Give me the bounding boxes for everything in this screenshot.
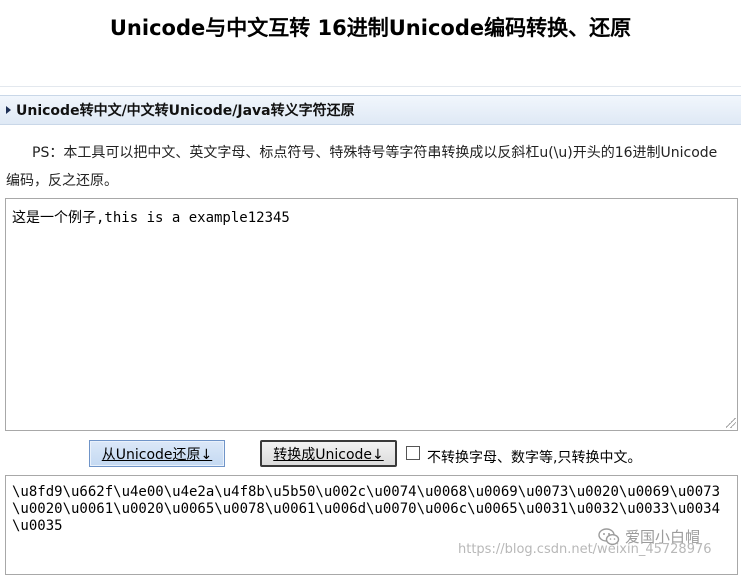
page-title: Unicode与中文互转 16进制Unicode编码转换、还原 — [109, 16, 632, 40]
section-title: Unicode转中文/中文转Unicode/Java转义字符还原 — [16, 103, 355, 119]
restore-from-unicode-button[interactable]: 从Unicode还原↓ — [89, 440, 225, 467]
section-header: Unicode转中文/中文转Unicode/Java转义字符还原 — [0, 95, 741, 125]
watermark-url: https://blog.csdn.net/weixin_45728976 — [458, 542, 712, 557]
convert-button-label: 转换成Unicode↓ — [273, 446, 384, 463]
triangle-right-icon — [6, 106, 11, 114]
header-divider — [0, 86, 741, 87]
chinese-only-checkbox-label[interactable]: 不转换字母、数字等,只转换中文。 — [427, 447, 641, 467]
unicode-output-field[interactable]: \u8fd9\u662f\u4e00\u4e2a\u4f8b\u5b50\u00… — [5, 475, 738, 575]
restore-button-label: 从Unicode还原↓ — [101, 446, 213, 463]
tool-description: PS：本工具可以把中文、英文字母、标点符号、特殊特号等字符串转换成以反斜杠u(\… — [6, 145, 718, 189]
convert-to-unicode-button[interactable]: 转换成Unicode↓ — [260, 440, 397, 467]
source-text-input[interactable]: 这是一个例子,this is a example12345 — [5, 198, 738, 431]
chinese-only-checkbox[interactable] — [406, 446, 420, 460]
resize-grip-icon[interactable] — [726, 418, 736, 428]
